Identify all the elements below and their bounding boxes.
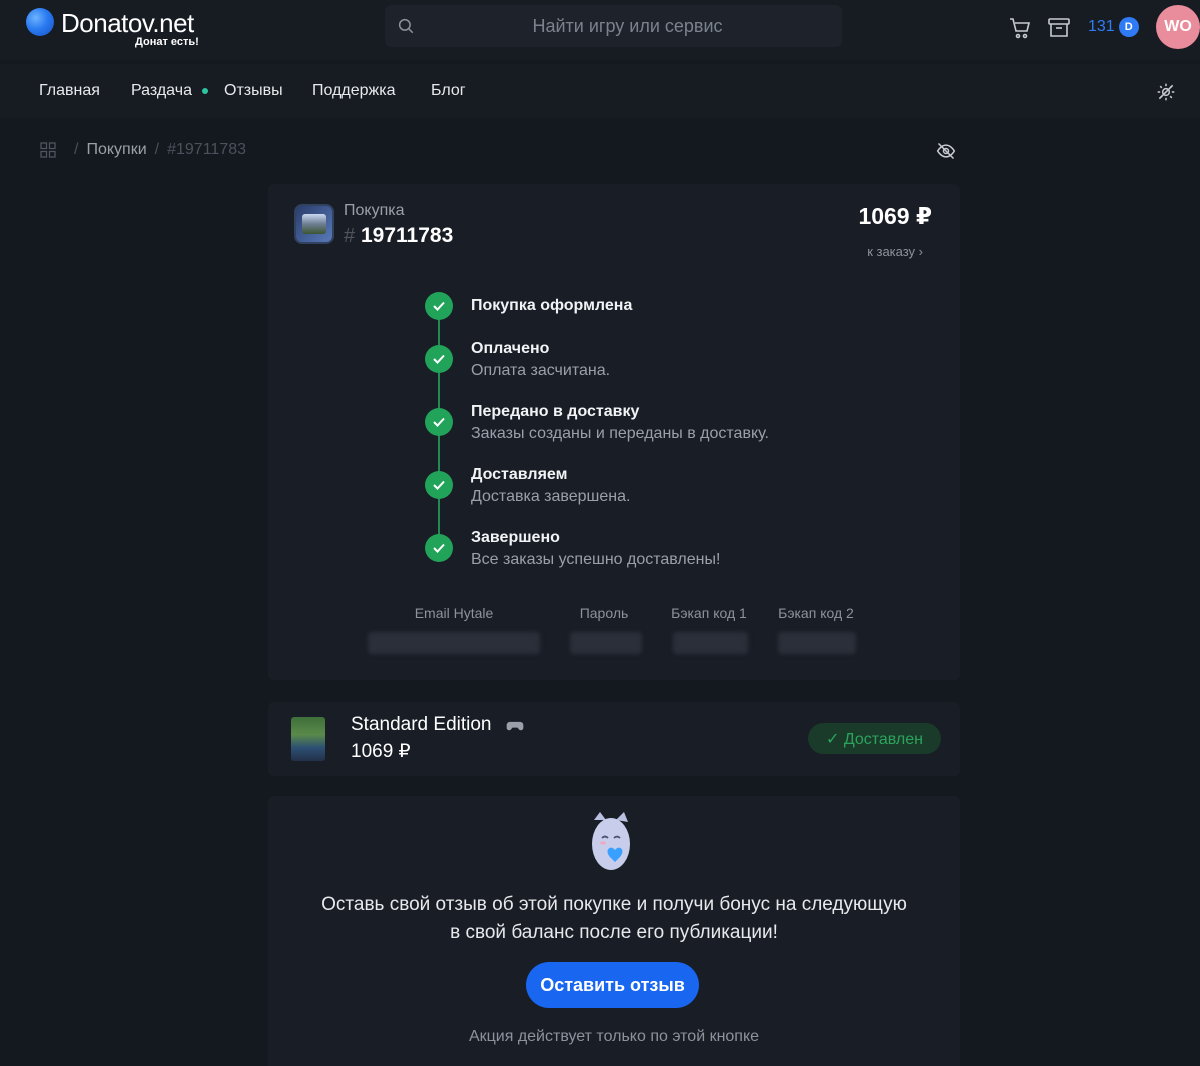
hide-data-icon[interactable] — [936, 141, 956, 161]
step-check-icon — [425, 345, 453, 373]
order-total: 1069 ₽ — [858, 203, 932, 229]
step-description: Оплата засчитана. — [471, 362, 611, 379]
credential-value-hidden[interactable] — [673, 632, 748, 654]
balance-value: 131 — [1088, 18, 1115, 35]
game-cover-image — [302, 214, 326, 234]
mascot-cat-icon — [592, 812, 630, 870]
theme-toggle-icon[interactable] — [1156, 82, 1176, 102]
credential-value-hidden[interactable] — [368, 632, 540, 654]
credential-value-hidden[interactable] — [570, 632, 642, 654]
step-check-icon — [425, 534, 453, 562]
step-description: Доставка завершена. — [471, 488, 631, 505]
step-title: Покупка оформлена — [471, 297, 633, 314]
order-card: Покупка # 19711783 1069 ₽ к заказу › Пок… — [268, 184, 960, 680]
item-card: Standard Edition 1069 ₽ ✓ Доставлен — [268, 702, 960, 776]
order-number: 19711783 — [361, 224, 454, 247]
credential-label: Бэкап код 1 — [671, 605, 747, 621]
review-card: Оставь свой отзыв об этой покупке и полу… — [268, 796, 960, 1066]
order-hash: # — [344, 225, 356, 247]
new-indicator-dot — [202, 88, 208, 94]
logo-name: Donatov.net — [61, 8, 194, 38]
logo-mark-icon — [26, 8, 54, 36]
top-bar: Donatov.net Донат есть! 131 D WO — [0, 0, 1200, 60]
order-kicker: Покупка — [344, 202, 405, 219]
credential-label: Бэкап код 2 — [778, 605, 854, 621]
status-badge: ✓ Доставлен — [808, 723, 941, 754]
step-title: Доставляем — [471, 466, 568, 483]
breadcrumb-separator: / — [154, 141, 160, 158]
step-check-icon — [425, 292, 453, 320]
nav-item-home[interactable]: Главная — [39, 82, 100, 100]
step-title: Оплачено — [471, 340, 550, 357]
order-thumbnail — [294, 204, 334, 244]
cart-icon[interactable] — [1008, 16, 1032, 40]
nav-bar: Главная Раздача Отзывы Поддержка Блог — [0, 64, 1200, 118]
credential-label: Email Hytale — [414, 605, 494, 621]
review-prompt-line: в свой баланс после его публикации! — [450, 922, 778, 943]
search-icon — [398, 18, 414, 34]
step-title: Передано в доставку — [471, 403, 640, 420]
item-name: Standard Edition — [351, 714, 492, 735]
leave-review-button[interactable]: Оставить отзыв — [526, 962, 699, 1008]
review-prompt-line: Оставь свой отзыв об этой покупке и полу… — [321, 894, 907, 915]
review-prompt: Оставь свой отзыв об этой покупке и полу… — [268, 891, 960, 947]
step-title: Завершено — [471, 529, 560, 546]
credential-label: Пароль — [579, 605, 629, 621]
logo-tagline: Донат есть! — [135, 36, 199, 48]
gamepad-icon — [506, 721, 524, 731]
item-price: 1069 ₽ — [351, 741, 411, 762]
review-note: Акция действует только по этой кнопке — [468, 1028, 760, 1045]
breadcrumb-separator: / — [74, 141, 79, 158]
step-check-icon — [425, 408, 453, 436]
grid-icon[interactable] — [40, 142, 56, 158]
breadcrumb-purchases[interactable]: Покупки — [86, 141, 146, 159]
nav-item-support[interactable]: Поддержка — [312, 82, 395, 100]
step-description: Заказы созданы и переданы в доставку. — [471, 425, 769, 442]
nav-item-giveaway[interactable]: Раздача — [131, 82, 192, 100]
breadcrumb-current: #19711783 — [167, 141, 246, 158]
nav-item-blog[interactable]: Блог — [431, 82, 466, 100]
coin-icon: D — [1118, 17, 1139, 37]
search-input[interactable] — [425, 5, 830, 47]
step-description: Все заказы успешно доставлены! — [471, 551, 721, 568]
balance-widget[interactable]: 131 D — [1088, 14, 1139, 40]
item-cover-image — [291, 717, 325, 761]
breadcrumb: / Покупки / #19711783 — [40, 140, 246, 160]
orders-box-icon[interactable] — [1047, 16, 1071, 40]
avatar[interactable]: WO — [1156, 5, 1200, 49]
nav-item-reviews[interactable]: Отзывы — [224, 82, 283, 100]
search-box[interactable] — [385, 5, 842, 47]
credential-value-hidden[interactable] — [778, 632, 856, 654]
to-order-link[interactable]: к заказу › — [867, 244, 923, 259]
step-check-icon — [425, 471, 453, 499]
